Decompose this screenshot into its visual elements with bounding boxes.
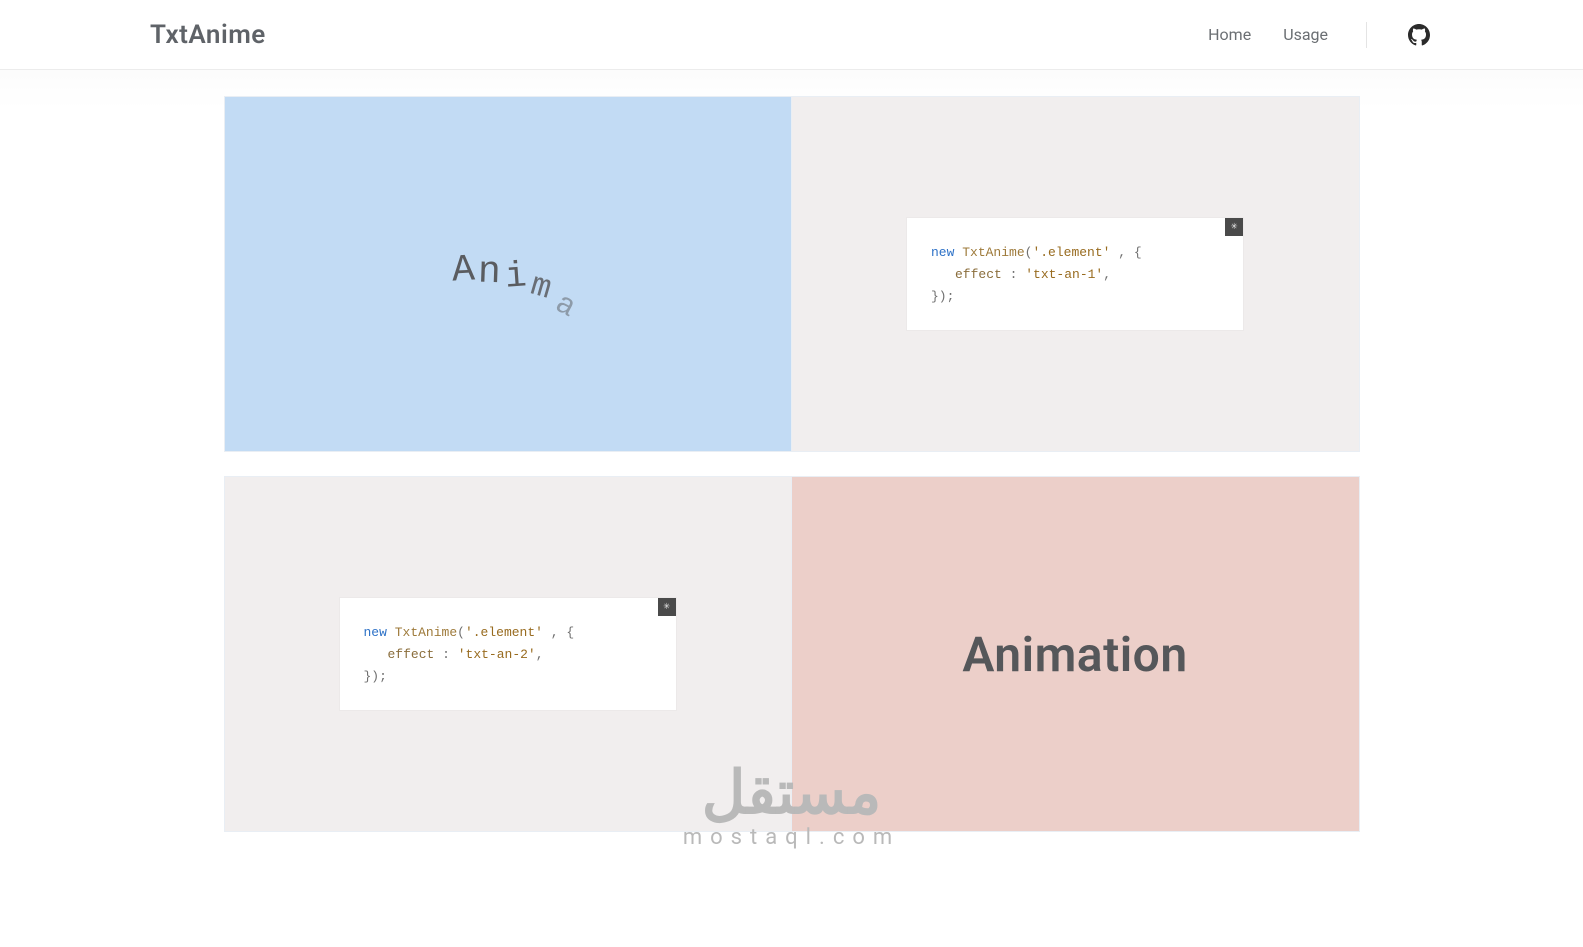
example-2-code-pane: ✳ new TxtAnime('.element' , { effect : '… bbox=[225, 477, 792, 831]
demo-letter: m bbox=[527, 266, 558, 308]
code-token: effect bbox=[955, 267, 1002, 282]
code-line: }); bbox=[931, 286, 1219, 308]
code-token: ( bbox=[457, 625, 465, 640]
example-1-code-card: ✳ new TxtAnime('.element' , { effect : '… bbox=[907, 218, 1243, 330]
code-token: , { bbox=[1110, 245, 1141, 260]
code-line: effect : 'txt-an-2', bbox=[364, 644, 652, 666]
code-token: '.element' bbox=[465, 625, 543, 640]
code-token: TxtAnime bbox=[395, 625, 457, 640]
code-token: }); bbox=[931, 289, 954, 304]
nav-divider bbox=[1366, 22, 1367, 48]
copy-icon[interactable]: ✳ bbox=[1225, 218, 1243, 236]
code-token: : bbox=[1002, 267, 1025, 282]
code-token: }); bbox=[364, 669, 387, 684]
demo-letter: n bbox=[477, 250, 503, 294]
site-header: TxtAnime Home Usage bbox=[0, 0, 1583, 70]
code-token: , bbox=[1103, 267, 1111, 282]
example-1: Anima ✳ new TxtAnime('.element' , { effe… bbox=[224, 96, 1360, 452]
demo-letter: a bbox=[549, 287, 583, 326]
code-line: }); bbox=[364, 666, 652, 688]
code-token: 'txt-an-1' bbox=[1025, 267, 1103, 282]
code-token: TxtAnime bbox=[962, 245, 1024, 260]
code-line: new TxtAnime('.element' , { bbox=[931, 242, 1219, 264]
github-link[interactable] bbox=[1405, 21, 1433, 49]
code-token: 'txt-an-2' bbox=[458, 647, 536, 662]
code-token: '.element' bbox=[1032, 245, 1110, 260]
example-2-demo-text: Animation bbox=[962, 626, 1187, 683]
github-icon bbox=[1408, 24, 1430, 46]
demo-letter: A bbox=[451, 248, 478, 292]
code-line: new TxtAnime('.element' , { bbox=[364, 622, 652, 644]
demo-letter: i bbox=[503, 255, 529, 298]
page-body: Anima ✳ new TxtAnime('.element' , { effe… bbox=[0, 70, 1583, 947]
example-2-code-card: ✳ new TxtAnime('.element' , { effect : '… bbox=[340, 598, 676, 710]
example-1-code-pane: ✳ new TxtAnime('.element' , { effect : '… bbox=[792, 97, 1359, 451]
main-nav: Home Usage bbox=[1208, 21, 1433, 49]
example-1-demo-pane: Anima bbox=[225, 97, 792, 451]
example-2: ✳ new TxtAnime('.element' , { effect : '… bbox=[224, 476, 1360, 832]
copy-icon[interactable]: ✳ bbox=[658, 598, 676, 616]
code-token: new bbox=[931, 245, 954, 260]
code-token: effect bbox=[388, 647, 435, 662]
example-1-demo-text: Anima bbox=[450, 253, 565, 296]
code-token: : bbox=[434, 647, 457, 662]
code-token: new bbox=[364, 625, 387, 640]
code-line: effect : 'txt-an-1', bbox=[931, 264, 1219, 286]
site-logo[interactable]: TxtAnime bbox=[150, 20, 266, 50]
code-token: , bbox=[536, 647, 544, 662]
code-token: , { bbox=[543, 625, 574, 640]
nav-usage[interactable]: Usage bbox=[1283, 25, 1328, 44]
nav-home[interactable]: Home bbox=[1208, 25, 1251, 44]
example-2-demo-pane: Animation bbox=[792, 477, 1359, 831]
